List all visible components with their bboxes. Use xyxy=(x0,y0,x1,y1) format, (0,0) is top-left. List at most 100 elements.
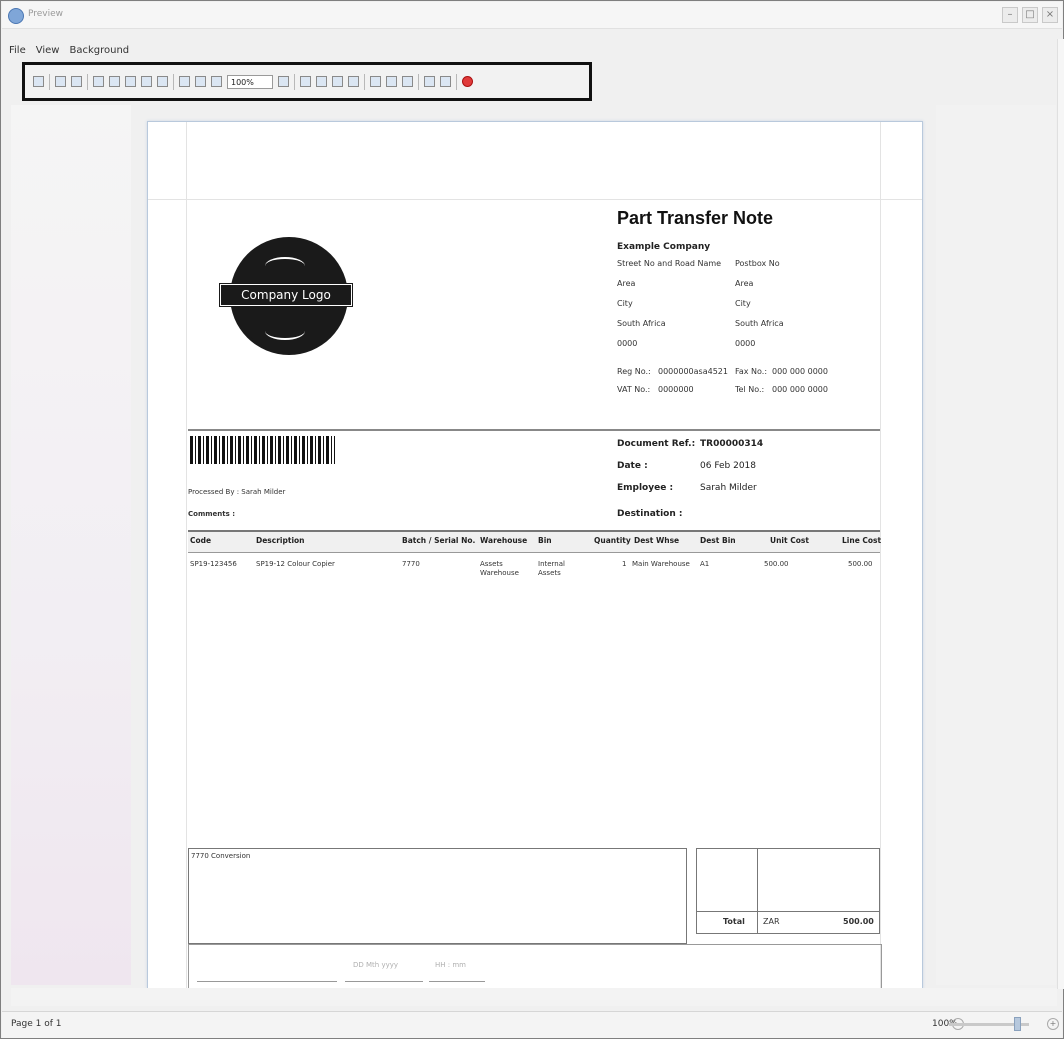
status-bar: Page 1 of 1 100% − + xyxy=(2,1011,1062,1038)
logo-arc xyxy=(265,322,305,340)
tel-value: 000 000 0000 xyxy=(772,385,828,394)
watermark-icon[interactable] xyxy=(402,76,413,87)
column-header: Dest Bin xyxy=(700,536,736,545)
last-page-icon[interactable] xyxy=(348,76,359,87)
maximize-button[interactable]: □ xyxy=(1022,7,1038,23)
column-header: Code xyxy=(190,536,212,545)
menu-file[interactable]: File xyxy=(9,45,26,56)
postal-line: South Africa xyxy=(735,319,784,328)
company-logo: Company Logo xyxy=(219,219,360,399)
open-folder-icon[interactable] xyxy=(55,76,66,87)
export-icon[interactable] xyxy=(424,76,435,87)
menu-view[interactable]: View xyxy=(36,45,60,56)
page-setup-icon[interactable] xyxy=(141,76,152,87)
totals-box: Total ZAR 500.00 xyxy=(696,848,880,934)
total-value: 500.00 xyxy=(843,917,874,926)
multiple-pages-icon[interactable] xyxy=(370,76,381,87)
notes-text: 7770 Conversion xyxy=(191,852,251,860)
toolbar-separator xyxy=(418,73,419,90)
footer-time-field: HH : mm xyxy=(435,961,466,969)
fax-label: Fax No.: xyxy=(735,367,768,376)
totals-divider xyxy=(697,911,879,912)
hand-tool-icon[interactable] xyxy=(179,76,190,87)
zoom-out-icon[interactable] xyxy=(211,76,222,87)
cell-unit-cost: 500.00 xyxy=(764,560,789,568)
magnifier-icon[interactable] xyxy=(195,76,206,87)
logo-text: Company Logo xyxy=(219,283,353,307)
scale-icon[interactable] xyxy=(157,76,168,87)
footer-date-field: DD Mth yyyy xyxy=(353,961,399,969)
total-label: Total xyxy=(723,917,745,926)
zoom-slider-thumb[interactable] xyxy=(1014,1017,1021,1031)
zoom-combo[interactable]: 100% xyxy=(227,74,273,89)
toolbar-separator xyxy=(87,73,88,90)
doc-ref-label: Document Ref.: xyxy=(617,439,696,449)
doc-ref-value: TR00000314 xyxy=(700,439,764,449)
signature-line xyxy=(197,981,337,982)
address-line: 0000 xyxy=(617,339,638,348)
preview-toolbar: 100% xyxy=(22,62,592,101)
address-line: Street No and Road Name xyxy=(617,259,722,268)
employee-label: Employee : xyxy=(617,483,674,493)
column-header: Dest Whse xyxy=(634,536,680,545)
previous-page-icon[interactable] xyxy=(316,76,327,87)
barcode xyxy=(190,436,335,464)
cell-description: SP19-12 Colour Copier xyxy=(256,560,335,568)
vat-value: 0000000 xyxy=(658,385,694,394)
viewer-background-right xyxy=(936,105,1056,985)
minimize-button[interactable]: – xyxy=(1002,7,1018,23)
title-bar: Preview – □ × xyxy=(2,2,1062,29)
toolbar-separator xyxy=(49,73,50,90)
document-title: Part Transfer Note xyxy=(617,208,774,228)
cell-warehouse: Assets Warehouse xyxy=(480,560,519,577)
vertical-scrollbar[interactable] xyxy=(1057,39,1064,989)
cell-dest-bin: A1 xyxy=(700,560,710,568)
reg-label: Reg No.: xyxy=(617,367,651,376)
cell-bin: Internal Assets xyxy=(538,560,565,577)
toolbar-separator xyxy=(173,73,174,90)
margin-guide xyxy=(148,199,922,200)
margin-guide xyxy=(186,122,187,988)
table-header: Code Description Batch / Serial No. Ware… xyxy=(188,530,881,553)
reg-value: 0000000asa4521 xyxy=(658,367,728,376)
print-icon[interactable] xyxy=(109,76,120,87)
color-icon[interactable] xyxy=(386,76,397,87)
zoom-in-icon[interactable] xyxy=(278,76,289,87)
page-indicator: Page 1 of 1 xyxy=(11,1019,62,1029)
tel-label: Tel No.: xyxy=(735,385,765,394)
quick-print-icon[interactable] xyxy=(125,76,136,87)
section-divider xyxy=(188,429,880,431)
find-icon[interactable] xyxy=(33,76,44,87)
edit-icon[interactable] xyxy=(93,76,104,87)
cell-code: SP19-123456 xyxy=(190,560,237,568)
menu-bar: File View Background xyxy=(9,45,129,56)
send-icon[interactable] xyxy=(440,76,451,87)
footer-section: DD Mth yyyy HH : mm xyxy=(188,944,882,988)
zoom-plus-icon[interactable]: + xyxy=(1047,1018,1059,1030)
column-header: Bin xyxy=(538,536,552,545)
date-label: Date : xyxy=(617,461,648,471)
first-page-icon[interactable] xyxy=(300,76,311,87)
toolbar-separator xyxy=(364,73,365,90)
fax-value: 000 000 0000 xyxy=(772,367,828,376)
cell-batch: 7770 xyxy=(402,560,420,568)
address-line: Area xyxy=(617,279,636,288)
address-line: City xyxy=(617,299,633,308)
employee-value: Sarah Milder xyxy=(700,483,757,493)
preview-app-icon xyxy=(8,8,24,24)
toolbar-separator xyxy=(294,73,295,90)
comments-label: Comments : xyxy=(188,510,236,518)
close-button[interactable]: × xyxy=(1042,7,1058,23)
horizontal-scrollbar[interactable] xyxy=(11,988,1057,1006)
postal-line: Area xyxy=(735,279,754,288)
next-page-icon[interactable] xyxy=(332,76,343,87)
signature-line xyxy=(429,981,485,982)
address-line: South Africa xyxy=(617,319,666,328)
exit-icon[interactable] xyxy=(462,76,473,87)
menu-background[interactable]: Background xyxy=(69,45,129,56)
save-icon[interactable] xyxy=(71,76,82,87)
notes-box: 7770 Conversion xyxy=(188,848,687,944)
report-page: Company Logo Part Transfer Note Example … xyxy=(147,121,923,989)
totals-divider xyxy=(757,849,758,933)
toolbar-separator xyxy=(456,73,457,90)
